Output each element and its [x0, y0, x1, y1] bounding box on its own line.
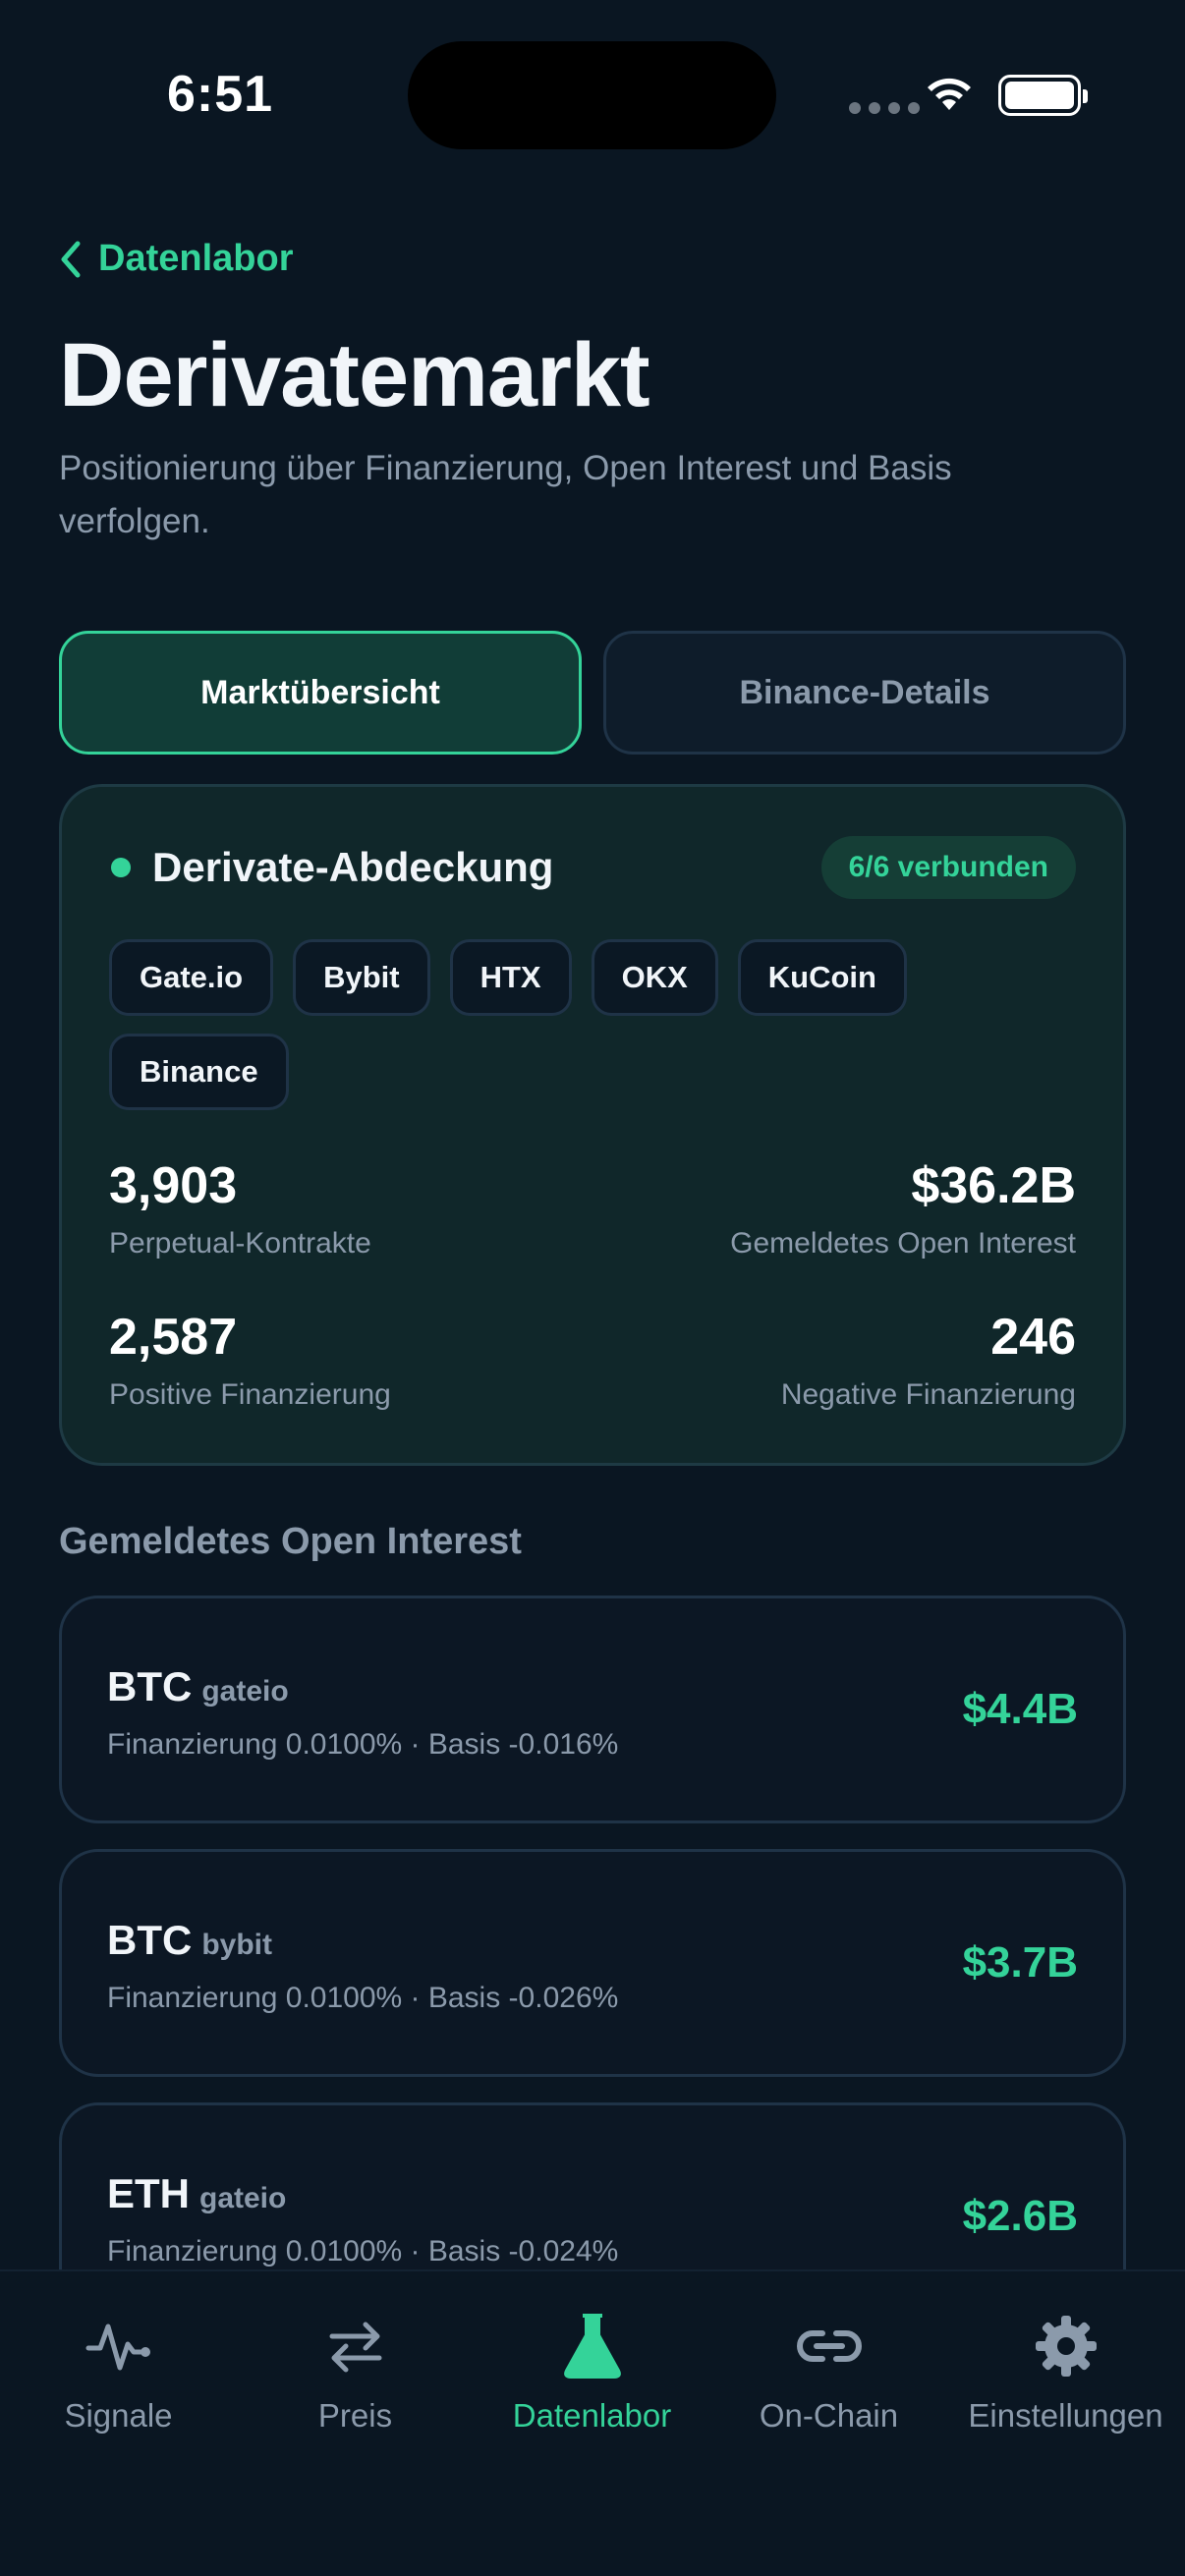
stat-label: Perpetual-Kontrakte [109, 1227, 371, 1260]
stat-positive-funding: 2,587 Positive Finanzierung [109, 1308, 391, 1412]
exchange-chip-okx[interactable]: OKX [591, 939, 718, 1016]
tabbar-item-price[interactable]: Preis [237, 2307, 474, 2435]
page-title: Derivatemarkt [59, 325, 650, 425]
oi-symbol: BTC [107, 1917, 193, 1963]
oi-funding-basis: Finanzierung 0.0100% · Basis -0.024% [107, 2235, 619, 2268]
tabbar-label: Signale [64, 2397, 173, 2434]
stat-value: $36.2B [911, 1157, 1076, 1214]
back-button[interactable]: Datenlabor [59, 238, 293, 280]
dynamic-island [408, 41, 776, 149]
tabbar-item-onchain[interactable]: On-Chain [710, 2307, 947, 2435]
tabbar-label: Datenlabor [512, 2397, 672, 2434]
section-title-open-interest: Gemeldetes Open Interest [59, 1521, 522, 1562]
status-time: 6:51 [167, 66, 274, 123]
wifi-icon [928, 78, 971, 110]
stat-label: Gemeldetes Open Interest [730, 1227, 1076, 1260]
tabbar-item-datalab[interactable]: Datenlabor [474, 2307, 710, 2435]
oi-symbol: BTC [107, 1663, 193, 1709]
stat-value: 246 [990, 1309, 1076, 1366]
cellular-signal-icon [849, 102, 920, 114]
oi-symbol-line: BTC gateio [107, 1663, 289, 1710]
exchange-chip-htx[interactable]: HTX [449, 939, 572, 1016]
stat-negative-funding: 246 Negative Finanzierung [781, 1308, 1076, 1412]
tab-binance-details[interactable]: Binance-Details [603, 631, 1126, 755]
exchange-chip-gateio[interactable]: Gate.io [109, 939, 274, 1016]
gear-icon [947, 2307, 1184, 2385]
chevron-left-icon [61, 241, 81, 277]
status-bar: 6:51 [0, 0, 1185, 187]
stat-label: Negative Finanzierung [780, 1378, 1076, 1411]
tabbar-item-signals[interactable]: Signale [0, 2307, 237, 2435]
swap-arrows-icon [237, 2307, 474, 2385]
oi-funding-basis: Finanzierung 0.0100% · Basis -0.016% [107, 1728, 619, 1761]
exchange-chip-bybit[interactable]: Bybit [293, 939, 430, 1016]
page-subtitle: Positionierung über Finanzierung, Open I… [59, 449, 952, 540]
oi-value: $3.7B [962, 1938, 1078, 1987]
exchange-chips: Gate.io Bybit HTX OKX KuCoin Binance [109, 939, 1092, 1110]
tabbar-label: Preis [317, 2397, 393, 2434]
oi-value: $2.6B [962, 2192, 1078, 2240]
tabbar-label: Einstellungen [968, 2397, 1163, 2434]
oi-symbol-line: ETH gateio [107, 2170, 286, 2217]
oi-exchange: gateio [201, 1675, 289, 1708]
derivatives-coverage-card: Derivate-Abdeckung 6/6 verbunden Gate.io… [59, 784, 1126, 1466]
segment-tabs: Marktübersicht Binance-Details [59, 631, 1126, 755]
oi-funding-basis: Finanzierung 0.0100% · Basis -0.026% [107, 1982, 619, 2014]
bottom-tab-bar: Signale Preis Datenlabor On-Chain Einste… [0, 2269, 1185, 2576]
status-dot-icon [111, 858, 131, 877]
stat-label: Positive Finanzierung [109, 1378, 391, 1411]
tabbar-label: On-Chain [759, 2397, 899, 2434]
coverage-title: Derivate-Abdeckung [152, 844, 554, 890]
oi-exchange: gateio [199, 2182, 287, 2214]
oi-symbol: ETH [107, 2170, 190, 2216]
open-interest-item[interactable]: BTC bybit Finanzierung 0.0100% · Basis -0… [59, 1849, 1126, 2077]
back-label: Datenlabor [98, 238, 294, 279]
stat-open-interest: $36.2B Gemeldetes Open Interest [730, 1156, 1076, 1260]
exchange-chip-binance[interactable]: Binance [109, 1034, 289, 1110]
stat-perpetual-contracts: 3,903 Perpetual-Kontrakte [109, 1156, 371, 1260]
pulse-icon [0, 2307, 237, 2385]
oi-exchange: bybit [201, 1929, 272, 1961]
oi-symbol-line: BTC bybit [107, 1917, 272, 1964]
oi-value: $4.4B [962, 1685, 1078, 1733]
connected-badge: 6/6 verbunden [820, 836, 1076, 899]
open-interest-item[interactable]: BTC gateio Finanzierung 0.0100% · Basis -… [59, 1596, 1126, 1823]
flask-icon [474, 2307, 710, 2385]
tab-market-overview[interactable]: Marktübersicht [59, 631, 582, 755]
battery-icon [998, 75, 1088, 116]
stat-value: 2,587 [109, 1309, 238, 1366]
tabbar-item-settings[interactable]: Einstellungen [947, 2307, 1184, 2435]
exchange-chip-kucoin[interactable]: KuCoin [737, 939, 907, 1016]
link-icon [710, 2307, 947, 2385]
stat-value: 3,903 [109, 1157, 238, 1214]
